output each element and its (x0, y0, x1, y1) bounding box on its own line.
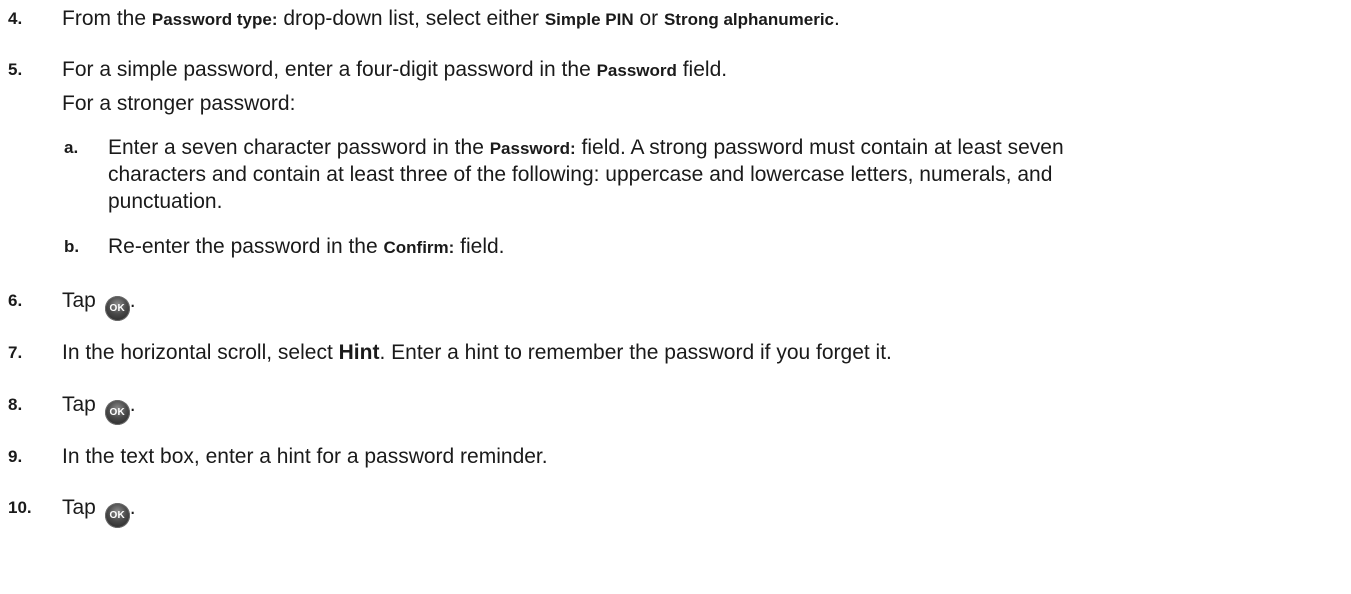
text-run: Tap (62, 496, 102, 519)
text-run: . (129, 289, 136, 312)
step-number: 7. (8, 343, 23, 362)
text-run: drop-down list, select either (277, 7, 545, 30)
ui-term: Password (596, 61, 677, 80)
substep-text: Re-enter the password in the Confirm: fi… (108, 234, 505, 261)
text-run: In the horizontal scroll, select (62, 341, 339, 364)
step-number: 6. (8, 291, 23, 310)
text-run: . (129, 393, 136, 416)
text-run: Enter a seven character password in the (108, 136, 490, 159)
text-run: For a simple password, enter a four-digi… (62, 58, 597, 81)
substep-text: characters and contain at least three of… (108, 163, 1053, 186)
step-number: 8. (8, 395, 23, 414)
ui-term: Simple PIN (544, 10, 634, 29)
step-number: 9. (8, 447, 23, 466)
step-text: For a simple password, enter a four-digi… (62, 57, 727, 84)
step-number: 4. (8, 9, 23, 28)
substep-text: Enter a seven character password in the … (108, 135, 1064, 162)
ok-button-icon: OK (104, 296, 130, 321)
substep-text: punctuation. (108, 190, 223, 213)
text-run: or (633, 7, 664, 30)
text-run: Tap (62, 289, 102, 312)
ui-term: Hint (338, 341, 380, 364)
text-run: . (129, 496, 136, 519)
ui-term: Password: (489, 139, 576, 158)
substep-label: a. (64, 138, 79, 157)
ui-term: Password type: (151, 10, 278, 29)
text-run: Tap (62, 393, 102, 416)
step-number: 5. (8, 60, 23, 79)
text-run: . Enter a hint to remember the password … (379, 341, 892, 364)
text-run: field. (676, 58, 728, 81)
step-text: Tap OK. (62, 288, 136, 321)
step-text: For a stronger password: (62, 92, 296, 115)
text-run: field. A strong password must contain at… (575, 136, 1064, 159)
ui-term: Strong alphanumeric (663, 10, 834, 29)
text-run: field. (454, 235, 505, 258)
text-run: From the (62, 7, 152, 30)
step-number: 10. (8, 498, 32, 517)
ok-button-icon: OK (104, 503, 130, 528)
step-text: Tap OK. (62, 392, 136, 425)
text-run: . (834, 7, 840, 30)
step-text: From the Password type: drop-down list, … (62, 6, 840, 33)
step-text: Tap OK. (62, 495, 136, 528)
ui-term: Confirm: (383, 238, 455, 257)
step-text: In the text box, enter a hint for a pass… (62, 445, 548, 468)
substep-label: b. (64, 237, 80, 256)
step-text: In the horizontal scroll, select Hint. E… (62, 340, 892, 366)
text-run: Re-enter the password in the (108, 235, 384, 258)
ok-button-icon: OK (104, 400, 130, 425)
